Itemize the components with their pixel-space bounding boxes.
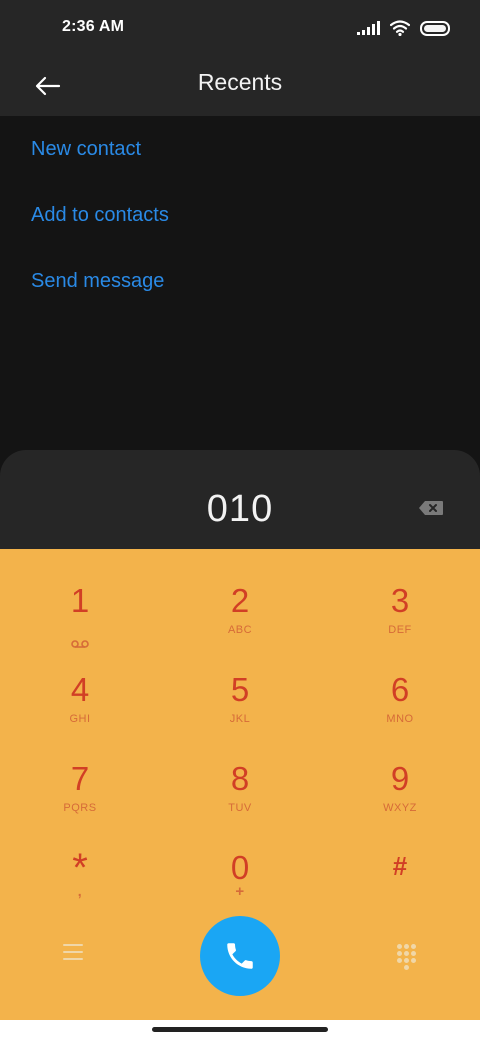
key-letters: MNO (386, 713, 414, 725)
key-3[interactable]: 3 DEF (340, 569, 460, 649)
key-letters: TUV (228, 802, 252, 814)
key-digit: 4 (70, 671, 90, 708)
wifi-icon (390, 20, 410, 36)
dialer-bottom-row (0, 916, 480, 996)
page-title: Recents (197, 69, 283, 95)
signal-icon (357, 21, 380, 35)
send-message-link[interactable]: Send message (31, 270, 164, 293)
key-6[interactable]: 6 MNO (340, 658, 460, 738)
key-digit: 3 (390, 582, 410, 619)
new-contact-link[interactable]: New contact (31, 138, 141, 161)
key-star[interactable]: * , (20, 836, 140, 916)
add-to-contacts-link[interactable]: Add to contacts (31, 204, 169, 227)
key-8[interactable]: 8 TUV (180, 747, 300, 827)
dial-panel: 010 (0, 450, 480, 550)
key-letters: GHI (69, 713, 91, 725)
key-letters: ABC (227, 624, 253, 636)
key-digit: 8 (230, 760, 250, 797)
key-digit: 7 (70, 760, 90, 797)
dialpad-icon[interactable] (397, 944, 417, 972)
key-letters: , (77, 883, 83, 899)
dialed-number: 010 (206, 488, 274, 530)
key-digit: 1 (70, 582, 90, 619)
phone-icon (227, 943, 253, 969)
key-digit: 0 (230, 849, 250, 886)
key-letters: + (235, 883, 245, 900)
key-digit: 2 (230, 582, 250, 619)
status-bar: 2:36 AM (0, 0, 480, 56)
key-9[interactable]: 9 WXYZ (340, 747, 460, 827)
voicemail-icon (71, 640, 89, 648)
backspace-icon[interactable] (418, 500, 444, 516)
key-digit: 5 (230, 671, 250, 708)
key-letters: JKL (229, 713, 251, 725)
key-digit: 9 (390, 760, 410, 797)
status-icons (357, 18, 450, 38)
key-letters: PQRS (63, 802, 97, 814)
battery-icon (420, 20, 450, 36)
key-letters: DEF (388, 624, 412, 636)
menu-icon[interactable] (63, 944, 83, 962)
key-letters: WXYZ (383, 802, 417, 814)
key-0[interactable]: 0 + (180, 836, 300, 916)
navigation-bar (0, 1020, 480, 1040)
status-time: 2:36 AM (62, 18, 125, 35)
home-indicator[interactable] (152, 1027, 328, 1032)
key-1[interactable]: 1 (20, 569, 140, 649)
key-digit: * (72, 846, 88, 890)
key-5[interactable]: 5 JKL (180, 658, 300, 738)
key-4[interactable]: 4 GHI (20, 658, 140, 738)
call-button[interactable] (200, 916, 280, 996)
key-digit: 6 (390, 671, 410, 708)
key-hash[interactable]: # (340, 836, 460, 916)
key-2[interactable]: 2 ABC (180, 569, 300, 649)
key-digit: # (392, 851, 408, 881)
key-7[interactable]: 7 PQRS (20, 747, 140, 827)
app-bar: Recents (0, 56, 480, 116)
